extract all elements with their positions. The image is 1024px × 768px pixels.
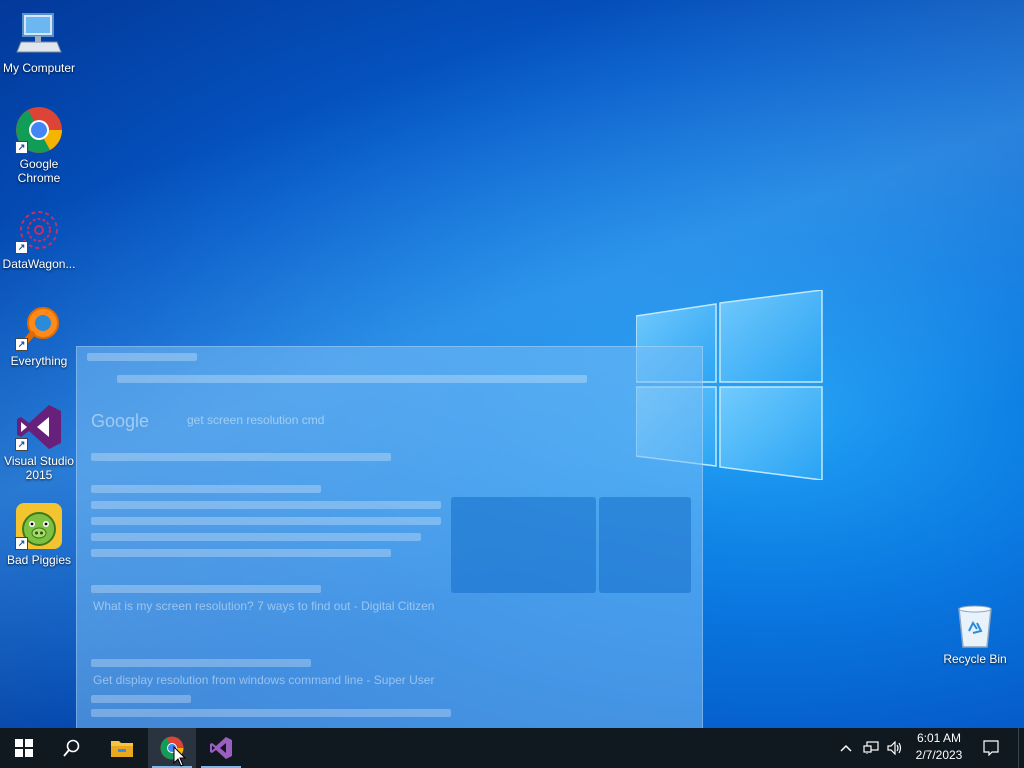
- ghost-search-query: get screen resolution cmd: [187, 413, 325, 427]
- desktop-icon-visual-studio-2015[interactable]: ↗ Visual Studio 2015: [0, 403, 78, 482]
- everything-search-icon: ↗: [15, 303, 63, 351]
- notification-icon: [983, 740, 999, 756]
- network-icon: [863, 741, 879, 754]
- folder-icon: [111, 741, 133, 757]
- desktop-icon-bad-piggies[interactable]: ↗ Bad Piggies: [0, 502, 78, 567]
- desktop-icon-label: Recycle Bin: [943, 652, 1007, 666]
- ghost-result-title-1: What is my screen resolution? 7 ways to …: [93, 599, 435, 613]
- bad-piggies-icon: ↗: [15, 502, 63, 550]
- desktop-icon-google-chrome[interactable]: ↗ Google Chrome: [0, 106, 78, 185]
- show-desktop-button[interactable]: [1018, 728, 1024, 768]
- desktop-icon-label: My Computer: [2, 61, 76, 75]
- volume-button[interactable]: [884, 728, 906, 768]
- desktop-icon-datawagon[interactable]: ↗ DataWagon...: [0, 206, 78, 271]
- chrome-icon: ↗: [15, 106, 63, 154]
- network-button[interactable]: [860, 728, 882, 768]
- chevron-up-icon: [840, 744, 852, 752]
- shortcut-arrow-icon: ↗: [15, 537, 28, 550]
- taskbar-file-explorer[interactable]: [98, 728, 146, 768]
- start-button[interactable]: [0, 728, 48, 768]
- speaker-icon: [887, 741, 902, 755]
- google-logo: Google: [91, 411, 150, 431]
- desktop-icon-recycle-bin[interactable]: Recycle Bin: [936, 601, 1014, 666]
- desktop-icon-my-computer[interactable]: My Computer: [0, 10, 78, 75]
- visual-studio-icon: ↗: [15, 403, 63, 451]
- browser-window-ghost: Google get screen resolution cmd What is…: [76, 346, 703, 730]
- ghost-result-title-2: Get display resolution from windows comm…: [93, 673, 435, 687]
- show-hidden-icons-button[interactable]: [836, 728, 856, 768]
- clock-date: 2/7/2023: [915, 748, 963, 762]
- taskbar-clock[interactable]: 6:01 AM 2/7/2023: [905, 730, 973, 764]
- desktop-icon-label: Google Chrome: [17, 157, 61, 185]
- visual-studio-icon: [210, 737, 232, 759]
- desktop-icon-label: Visual Studio 2015: [4, 454, 74, 482]
- mouse-cursor-icon: [173, 746, 187, 767]
- computer-icon: [15, 10, 63, 58]
- desktop-icon-everything[interactable]: ↗ Everything: [0, 303, 78, 368]
- windows-start-icon: [15, 739, 33, 757]
- shortcut-arrow-icon: ↗: [15, 438, 28, 451]
- shortcut-arrow-icon: ↗: [15, 141, 28, 154]
- desktop-icon-label: Everything: [10, 354, 68, 368]
- desktop-icon-label: DataWagon...: [2, 257, 76, 271]
- search-button[interactable]: [48, 728, 96, 768]
- shortcut-arrow-icon: ↗: [15, 338, 28, 351]
- desktop-icon-label: Bad Piggies: [6, 553, 72, 567]
- action-center-button[interactable]: [976, 728, 1006, 768]
- taskbar-google-chrome[interactable]: [148, 728, 196, 768]
- shortcut-arrow-icon: ↗: [15, 241, 28, 254]
- datawagon-icon: ↗: [15, 206, 63, 254]
- recycle-bin-icon: [951, 601, 999, 649]
- search-icon: [63, 739, 80, 757]
- clock-time: 6:01 AM: [916, 731, 962, 745]
- taskbar-visual-studio[interactable]: [197, 728, 245, 768]
